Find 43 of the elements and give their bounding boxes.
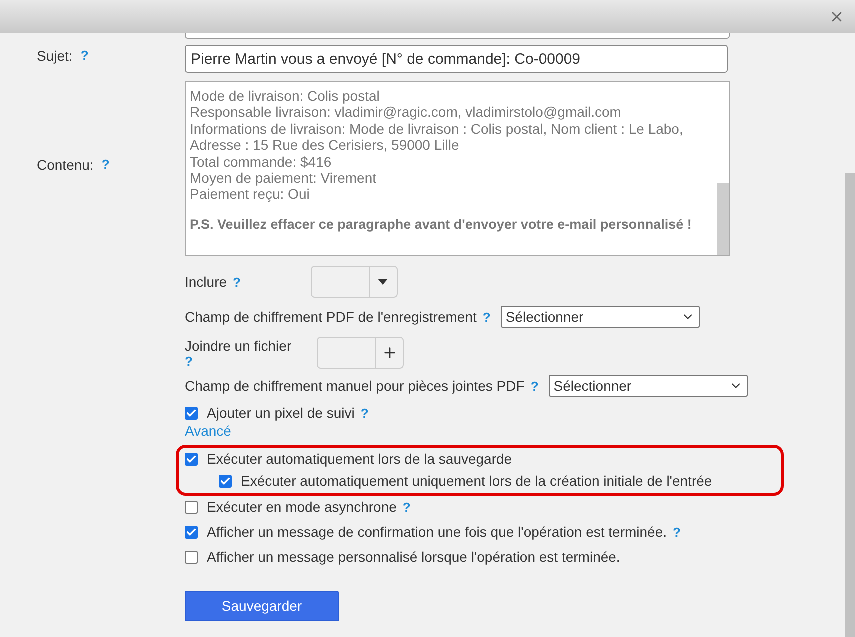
help-icon[interactable]: ? xyxy=(80,48,89,64)
checkbox[interactable] xyxy=(219,474,232,488)
checkbox-label: Afficher un message personnalisé lorsque l'opération est terminée. xyxy=(207,549,620,565)
checkbox-label: Ajouter un pixel de suivi xyxy=(207,405,355,421)
field-label: Champ de chiffrement PDF de l'enregistrement xyxy=(185,309,477,325)
checkbox-label: Afficher un message de confirmation une fois que l'opération est terminée. xyxy=(207,524,668,540)
content-line: Paiement reçu: Oui xyxy=(190,186,311,203)
help-icon[interactable]: ? xyxy=(233,274,241,290)
select-field[interactable]: Sélectionner xyxy=(548,375,748,397)
content-line: Total commande: $416 xyxy=(190,154,333,170)
checkbox[interactable] xyxy=(185,452,198,466)
plus-icon xyxy=(382,345,398,361)
content-line: Informations de livraison: Mode de livraison : Colis postal, Nom client : Le Labo, Adresse : 15 Rue des Cerisiers, 59000 Lille xyxy=(190,120,684,154)
caret-icon xyxy=(378,279,388,285)
checkbox-label: Exécuter automatiquement uniquement lors de la création initiale de l'entrée xyxy=(241,473,712,489)
help-icon[interactable]: ? xyxy=(482,310,491,324)
help-icon[interactable]: ? xyxy=(530,378,539,394)
help-icon[interactable]: ? xyxy=(360,406,369,420)
checkbox[interactable] xyxy=(185,500,198,514)
checkbox[interactable] xyxy=(185,550,198,564)
content-line: Responsable livraison: vladimir@ragic.com, vladimirstolo@gmail.com xyxy=(190,104,622,121)
field-label: Sujet: xyxy=(37,48,73,64)
save-button[interactable]: Sauvegarder xyxy=(185,591,339,621)
checkbox-label: Exécuter automatiquement lors de la sauvegarde xyxy=(207,451,512,467)
content-field[interactable] xyxy=(185,81,730,256)
field-label: Inclure xyxy=(185,274,228,290)
subject-field[interactable]: Pierre Martin vous a envoyé [N° de commande]: Co-00009 xyxy=(185,45,728,73)
help-icon[interactable]: ? xyxy=(402,500,411,514)
checkbox-label: Exécuter en mode asynchrone xyxy=(207,499,397,515)
content-line: Mode de livraison: Colis postal xyxy=(190,88,381,104)
checkbox[interactable] xyxy=(185,406,198,420)
select-field[interactable]: Sélectionner xyxy=(500,306,700,328)
help-icon[interactable]: ? xyxy=(185,354,311,368)
field-label: Joindre un fichier xyxy=(185,338,293,354)
help-icon[interactable]: ? xyxy=(673,524,681,540)
field-label: Contenu: xyxy=(37,156,94,172)
input-field[interactable] xyxy=(185,33,730,39)
content-line: Moyen de paiement: Virement xyxy=(190,170,378,186)
content-note: P.S. Veuillez effacer ce paragraphe avant d'envoyer votre e-mail personnalisé ! xyxy=(190,216,693,234)
help-icon[interactable]: ? xyxy=(102,156,110,172)
checkbox[interactable] xyxy=(185,526,198,538)
field-label: Champ de chiffrement manuel pour pièces jointes PDF xyxy=(185,378,525,394)
advanced-link[interactable]: Avancé xyxy=(185,423,232,439)
